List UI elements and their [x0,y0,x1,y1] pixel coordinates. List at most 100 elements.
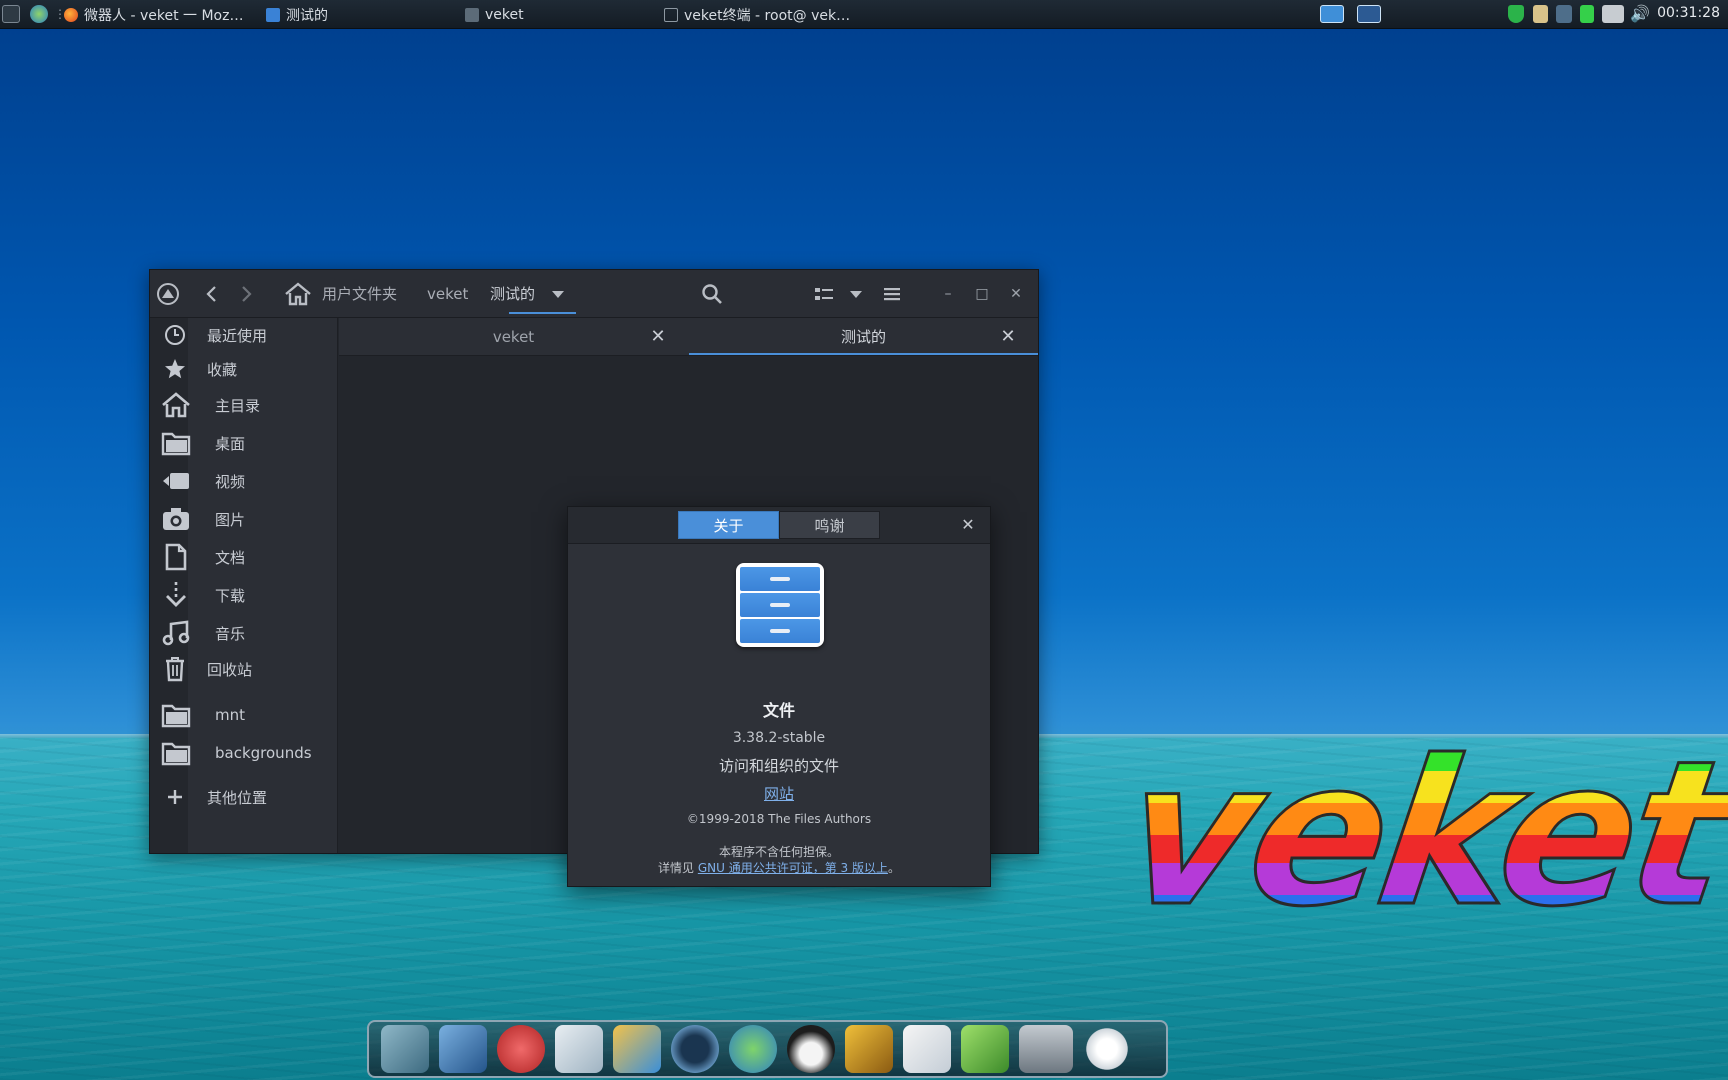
dock-drive-icon[interactable] [1019,1025,1073,1073]
taskbar-item-firefox[interactable]: 微器人 - veket 一 Moz… [64,0,243,29]
caret-down-icon [850,291,862,298]
sidebar-item-trash[interactable]: 回收站 [150,652,338,686]
shield-icon[interactable] [1508,5,1524,23]
trash-icon [162,656,188,682]
sidebar-item-recent[interactable]: 最近使用 [150,318,338,352]
breadcrumb-dropdown-button[interactable] [548,282,568,306]
tab-label: veket [492,328,535,346]
app-version: 3.38.2-stable [732,730,826,746]
menu-dots-icon[interactable]: ⋮ [54,5,66,23]
sidebar-item-label: 收藏 [207,360,238,379]
sidebar-item-home[interactable]: 主目录 [150,388,338,422]
sidebar-item-label: 其他位置 [207,788,268,807]
back-button[interactable] [200,282,224,306]
dock-brightness-icon[interactable] [1083,1025,1131,1073]
dock [367,1020,1168,1078]
sidebar-item-label: 主目录 [215,396,261,415]
sidebar-item-downloads[interactable]: 下载 [150,578,338,612]
show-desktop-icon[interactable] [1320,5,1344,23]
volume-icon[interactable]: 🔊 [1630,5,1652,23]
dock-chat-icon[interactable] [729,1025,777,1073]
forward-button[interactable] [234,282,258,306]
app-menu-button[interactable] [156,282,180,306]
browser-launcher-icon[interactable] [30,5,48,23]
folder-icon [160,740,192,766]
dock-chart-icon[interactable] [903,1025,951,1073]
keyboard-icon[interactable] [1602,5,1624,23]
sidebar-item-backgrounds[interactable]: backgrounds [150,736,338,770]
dock-notebook-icon[interactable] [845,1025,893,1073]
home-icon [160,392,192,418]
tab-close-icon[interactable]: ✕ [998,327,1018,347]
taskbar-item-label: 测试的 [286,7,328,24]
dock-hedgehog-icon[interactable] [497,1025,545,1073]
dock-text-editor-icon[interactable] [555,1025,603,1073]
terminal-launcher-icon[interactable] [2,5,20,23]
dock-media-player-icon[interactable] [671,1025,719,1073]
star-icon [162,356,188,382]
sidebar-item-documents[interactable]: 文档 [150,540,338,574]
camera-icon [160,506,192,532]
website-link[interactable]: 网站 [764,785,794,803]
taskbar-item-terminal[interactable]: veket终端 - root@ vek… [664,0,850,29]
clock[interactable]: 00:31:28 [1657,5,1720,21]
caret-down-icon [552,291,564,298]
view-options-button[interactable] [844,282,868,306]
breadcrumb-veket[interactable]: veket [427,282,468,306]
sidebar-item-starred[interactable]: 收藏 [150,352,338,386]
tab-label: 测试的 [840,328,886,346]
taskbar-item-folder[interactable]: veket [465,0,524,29]
sidebar-item-other-locations[interactable]: 其他位置 [150,780,338,814]
license-suffix: 。 [887,861,900,875]
close-icon[interactable]: ✕ [958,515,978,535]
sidebar-item-videos[interactable]: 视频 [150,464,338,498]
taskbar-item-files[interactable]: 测试的 [266,0,328,29]
sidebar-item-desktop[interactable]: 桌面 [150,426,338,460]
breadcrumb-current[interactable]: 测试的 [490,282,535,306]
tab-close-icon[interactable]: ✕ [648,327,668,347]
dock-help-icon[interactable] [961,1025,1009,1073]
taskbar-item-label: veket终端 - root@ vek… [684,7,851,24]
license-link[interactable]: GNU 通用公共许可证，第 3 版以上 [698,861,888,875]
about-dialog: 关于 鸣谢 ✕ 文件 3.38.2-stable 访问和组织的文件 网站 ©19… [567,506,991,887]
home-crumb-icon[interactable] [282,282,314,306]
tab-veket[interactable]: veket [339,318,688,356]
file-cabinet-icon [736,563,824,647]
breadcrumb-home[interactable]: 用户文件夹 [322,282,397,306]
hamburger-menu-button[interactable] [878,282,906,306]
view-list-button[interactable] [812,282,836,306]
license-text: 详情见 GNU 通用公共许可证，第 3 版以上。 [568,859,990,876]
sidebar-item-label: 回收站 [207,660,253,679]
tab-about[interactable]: 关于 [678,511,779,539]
tab-current[interactable]: 测试的 [689,318,1038,356]
battery-icon[interactable] [1580,5,1594,23]
sidebar-item-music[interactable]: 音乐 [150,616,338,650]
dock-settings-icon[interactable] [381,1025,429,1073]
minimize-button[interactable]: – [938,284,958,304]
clipboard-icon[interactable] [1533,5,1548,23]
sidebar-item-mnt[interactable]: mnt [150,698,338,732]
dock-penguin-icon[interactable] [787,1025,835,1073]
sidebar-item-label: mnt [215,706,245,724]
sidebar-item-pictures[interactable]: 图片 [150,502,338,536]
veket-wallpaper-logo: veket [1110,717,1728,953]
dock-paint-icon[interactable] [613,1025,661,1073]
app-description: 访问和组织的文件 [718,757,839,775]
license-prefix: 详情见 [658,861,698,875]
tab-credits[interactable]: 鸣谢 [779,511,880,539]
search-button[interactable] [698,282,726,306]
sidebar-item-label: 视频 [215,472,246,491]
network-icon[interactable] [1556,5,1572,23]
sidebar-item-label: backgrounds [215,744,312,762]
search-icon [702,284,722,304]
hamburger-icon [884,288,900,301]
list-view-icon [815,288,833,300]
dock-monitor-icon[interactable] [439,1025,487,1073]
clock-icon [162,322,188,348]
chevron-right-icon [242,286,252,302]
window-switcher-icon[interactable] [1357,5,1381,23]
taskbar-item-label: 微器人 - veket 一 Moz… [84,7,244,24]
about-dialog-header: 关于 鸣谢 ✕ [568,507,990,544]
close-button[interactable]: ✕ [1006,284,1026,304]
maximize-button[interactable]: □ [972,284,992,304]
